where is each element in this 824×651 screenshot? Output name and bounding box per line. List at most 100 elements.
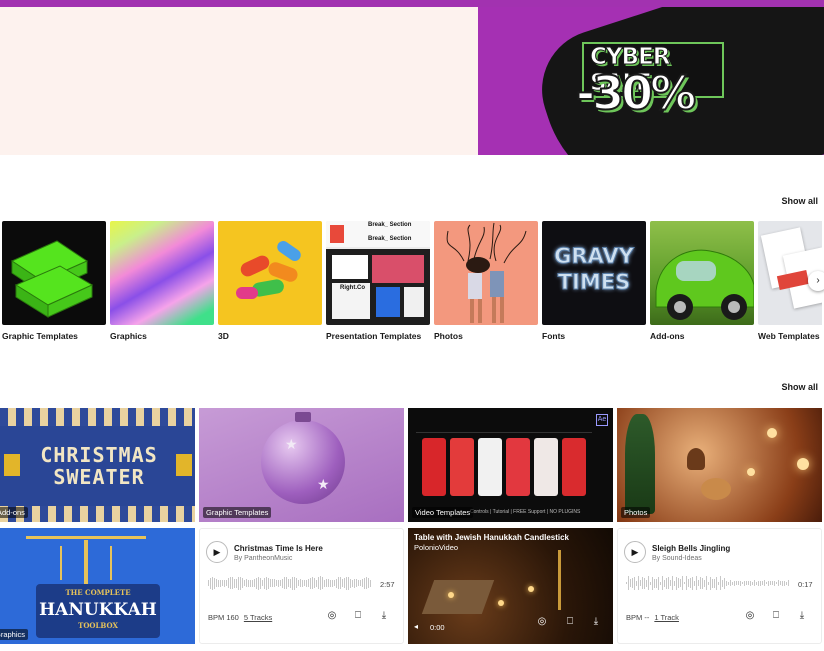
waveform-bar [230,577,231,589]
item-tile-hanukkah-toolbox[interactable]: THE COMPLETE HANUKKAH TOOLBOX Graphics [0,528,195,644]
track-title[interactable]: Sleigh Bells Jingling [652,544,730,553]
waveform-bar [342,579,343,587]
play-button[interactable]: ▶ [624,541,646,563]
promo-banner-right[interactable]: CYBER SALE -30% [478,7,824,155]
tracks-link[interactable]: 1 Track [654,613,679,622]
waveform-bar [756,581,757,585]
category-add-ons[interactable]: Add-ons [650,221,754,341]
waveform-bar [676,576,677,590]
play-icon: ▶ [631,546,639,557]
waveform-bar [280,580,281,586]
waveform-bar [366,577,367,589]
similar-items-icon[interactable]: ◎ [326,610,338,622]
waveform-bar [264,577,265,589]
waveform-bar [752,581,753,585]
volume-icon[interactable]: ◂ [414,622,424,632]
category-thumbnail [110,221,214,325]
category-presentation-templates[interactable]: Break_ Section Break_ Section Right.Co P… [326,221,430,341]
bookmark-icon[interactable]: ⎕ [770,610,782,622]
waveform-bar [270,579,271,587]
item-tile-christmas-photo[interactable]: Photos [617,408,822,522]
waveform-bar [658,576,659,590]
show-all-items-link[interactable]: Show all [781,382,818,392]
waveform-bar [652,576,653,590]
waveform-bar [220,579,221,587]
waveform-bar [296,578,297,588]
category-graphics[interactable]: Graphics [110,221,214,341]
waveform-bar [224,579,225,587]
category-3d[interactable]: 3D [218,221,322,341]
waveform-bar [262,580,263,586]
category-thumbnail [650,221,754,325]
waveform-bar [304,580,305,586]
sale-percent: -30% [575,66,697,120]
waveform-bar [226,580,227,586]
category-photos[interactable]: Photos [434,221,538,341]
similar-items-icon[interactable]: ◎ [744,610,756,622]
waveform-bar [736,581,737,585]
waveform-bar [260,577,261,589]
waveform-bar [324,579,325,587]
item-tile-ornament[interactable]: ★ ★ Graphic Templates [199,408,404,522]
item-type-tag: Add-ons [0,507,28,518]
waveform-bar [678,578,679,588]
chevron-right-icon: › [816,275,820,286]
play-button[interactable]: ▶ [206,541,228,563]
category-label: Presentation Templates [326,331,422,341]
waveform-bar [346,576,347,590]
bookmark-icon[interactable]: ⎕ [352,610,364,622]
slide-text: Break_ Section [368,222,412,228]
top-accent-bar [0,0,824,7]
waveform-bar [684,582,685,584]
waveform-bar [316,579,317,587]
video-title[interactable]: Table with Jewish Hanukkah Candlestick [414,533,569,542]
carousel-next-button[interactable]: › [808,271,824,291]
waveform-bar [740,580,741,586]
item-type-tag: Video Templates [412,507,474,518]
waveform-bar [742,582,743,584]
waveform-bar [368,578,369,588]
waveform-bar [670,580,671,586]
download-icon[interactable]: ⤓ [590,616,602,628]
waveform-bar [354,578,355,588]
bookmark-icon[interactable]: ⎕ [564,616,576,628]
category-thumbnail: Break_ Section Break_ Section Right.Co [326,221,430,325]
track-duration: 2:57 [380,580,395,589]
audio-card-christmas-time[interactable]: ▶ Christmas Time Is Here By PantheonMusi… [199,528,404,644]
category-graphic-templates[interactable]: Graphic Templates [2,221,106,341]
similar-items-icon[interactable]: ◎ [536,616,548,628]
waveform-bar [682,576,683,590]
waveform-bar [694,580,695,586]
item-tile-video-template[interactable]: Ae Controls | Tutorial | FREE Support | … [408,408,613,522]
item-tile-christmas-sweater[interactable]: CHRISTMAS SWEATER Add-ons [0,408,195,522]
category-label: Graphic Templates [2,331,78,341]
track-author[interactable]: By PantheonMusic [234,555,292,562]
waveform-bar [232,577,233,589]
waveform[interactable] [626,575,789,591]
item-tile-hanukkah-video[interactable]: Table with Jewish Hanukkah Candlestick P… [408,528,613,644]
tracks-link[interactable]: 5 Tracks [244,613,272,622]
track-title[interactable]: Christmas Time Is Here [234,544,323,553]
cyber-sale-badge[interactable]: CYBER SALE -30% [574,40,724,120]
show-all-categories-link[interactable]: Show all [781,196,818,206]
download-icon[interactable]: ⤓ [796,610,808,622]
waveform-bar [738,581,739,585]
waveform-bar [662,576,663,590]
waveform-bar [340,577,341,589]
waveform-bar [274,579,275,587]
waveform[interactable] [208,575,371,591]
video-author[interactable]: PolonioVideo [414,543,458,552]
waveform-bar [626,582,627,584]
category-fonts[interactable]: GRAVY TIMES Fonts [542,221,646,341]
promo-banner-left[interactable] [0,7,478,155]
waveform-bar [772,581,773,585]
waveform-bar [302,579,303,587]
waveform-bar [332,579,333,587]
waveform-bar [702,577,703,589]
category-label: Photos [434,331,463,341]
audio-card-sleigh-bells[interactable]: ▶ Sleigh Bells Jingling By Sound-Ideas 0… [617,528,822,644]
waveform-bar [700,577,701,589]
waveform-bar [252,579,253,587]
track-author[interactable]: By Sound-Ideas [652,555,702,562]
download-icon[interactable]: ⤓ [378,610,390,622]
